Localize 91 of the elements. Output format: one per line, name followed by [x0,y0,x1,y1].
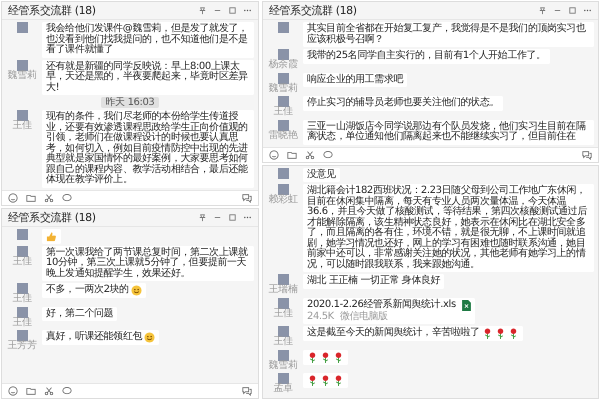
folder-icon[interactable] [26,192,36,202]
avatar-placeholder[interactable] [16,283,28,294]
chat-history-icon[interactable] [242,192,252,202]
scissors-icon[interactable] [44,386,54,396]
smiley-icon [130,285,142,296]
avatar-placeholder[interactable] [16,330,28,341]
file-source: 微信电脑版 [340,312,388,322]
sender-name: 魏雪莉 [268,84,298,94]
avatar-placeholder[interactable] [278,326,288,337]
sender-name: 王芳芳 [8,341,36,352]
rose-icon [307,375,318,386]
avatar-placeholder[interactable] [278,298,288,308]
avatar-placeholder[interactable] [16,110,28,121]
emoji-icon[interactable] [269,150,279,160]
avatar-placeholder[interactable] [16,60,28,70]
message-text: 好，第二个问题 [46,308,114,319]
emoji-icon[interactable] [8,386,18,396]
chat-history-icon[interactable] [582,150,592,160]
sender-name: 王佳 [12,318,32,328]
message-text: 真好，听课还能领红包 [46,332,142,343]
rose-icon [320,375,331,386]
avatar-placeholder[interactable] [278,373,288,384]
sender-name: 赖彩虹 [268,195,298,206]
file-size: 24.5K [307,312,334,322]
pin-icon[interactable] [198,212,207,222]
avatar-placeholder[interactable] [16,22,28,33]
file-name: 2020.1-2.26经管系新闻舆统计.xls [307,300,456,310]
avatar-placeholder[interactable] [278,184,288,195]
avatar-placeholder[interactable] [278,96,288,107]
avatar-placeholder[interactable] [278,49,288,60]
maximize-icon[interactable] [228,212,237,222]
emoji-icon[interactable] [8,192,18,202]
rose-icon [333,352,344,362]
window-title: 经管系交流群 (18) [269,3,358,18]
avatar-placeholder[interactable] [278,274,288,285]
message-text: 我会给他们发课件@魏雪莉，但是发了就发了，也没看到他们找我提问的，也不知道他们是不是看了课件就懂了 [46,24,249,56]
pin-icon[interactable] [538,6,547,15]
sender-name: 雷晓艳 [268,130,298,141]
message-text: 现有的条件，我们尽老师的本份给学生传道授业，还要有效渗透课程思政给学生正向价值观的引领，老师们在做课程设计的时候也要认真思考，如何切入，例如目前疫情防控中出现的先进典型就是家国情怀的最好案例，大家要思考如何跟自己的课程内容、教学活动相结合，最后还能体现在教学评价上。 [46,112,249,186]
sender-name: 孟卓 [273,384,293,394]
avatar-placeholder[interactable] [278,350,288,360]
sender-name: 魏雪莉 [8,70,36,81]
chat-bubble-icon[interactable] [62,386,72,396]
message-text: 没意见 [307,170,336,180]
avatar-placeholder[interactable] [16,228,28,240]
file-card[interactable]: 2020.1-2.26经管系新闻舆统计.xls 24.5K 微信电脑版 [303,298,475,324]
sender-name: 王佳 [12,121,32,132]
message-text: 响应企业的用工需求吧 [307,74,404,85]
sender-name: 杨余霞 [268,60,298,70]
spreadsheet-file-icon [462,300,471,310]
avatar-placeholder[interactable] [278,120,288,130]
rose-icon [333,375,344,386]
window-title: 经管系交流群 (18) [8,3,97,18]
message-text: 我带的25名同学自主实行的，目前有1个人开始工作了。 [307,51,546,62]
chat-history-icon[interactable] [242,386,252,396]
smiley-icon [144,332,156,343]
chat-bubble-icon[interactable] [62,192,72,202]
sender-name: 王瑞楠 [268,285,298,296]
maximize-icon[interactable] [228,6,237,15]
pin-icon[interactable] [198,6,207,15]
avatar-placeholder[interactable] [278,22,288,33]
message-text: 停止实习的辅导员老师也要关注他们的状态。 [307,98,500,108]
thumbs-up-icon [46,230,57,242]
timestamp: 昨天 16:03 [100,97,160,108]
sender-name: 王佳 [273,337,293,348]
message-text: 湖北 王正楠 一切正常 身体良好 [307,276,440,286]
chat-bubble-icon[interactable] [323,150,333,160]
rose-icon [307,352,318,362]
rose-icon [320,352,331,362]
maximize-icon[interactable] [568,6,577,15]
avatar-placeholder[interactable] [16,306,28,318]
folder-icon[interactable] [26,386,36,396]
avatar-placeholder[interactable] [278,168,288,178]
sender-name: 王佳 [12,294,32,304]
message-text: 还有就是新疆的同学反映说：早上8:00上课太早，天还是黑的，半夜要爬起来，毕竟时区差异大! [46,62,249,93]
message-text: 湖北籍会计182西班状况：2.23日随父母到公司工作地广东休闲，目前在休闲集中隔离，每天有专业人员两次量体温，今天体温36.6，并且今天做了核酸测试，等待结果，第四次核酸测试通过后才能解除隔离，该生精神状态良好，她表示在休闲比在湖北安全多了，而且隔离的各有住，环境不错，就是很无聊，不上课时间就追剧，她学习情况也还好，网上的学习有困难也随时联系沟通，她目前家中还可以，非常感谢关注她的状况，其他老师有她学习上的情况，可以随时跟我联系，我来跟她沟通。 [307,186,588,270]
message-text: 三亚一山湖饭店今同学说那边有个队员发烧，他们实习生目前在隔离状态，单位通知他们隔离起来也不能继续实习了，但目前住在 [307,122,586,142]
avatar-placeholder[interactable] [16,246,28,256]
avatar-placeholder[interactable] [278,72,288,84]
scissors-icon[interactable] [44,192,54,202]
folder-icon[interactable] [287,150,297,160]
sender-name: 王佳 [12,256,32,267]
message-text: 这是截至今天的新闻舆统计，辛苦啦啦了 [307,328,480,339]
sender-name: 王佳 [273,107,293,118]
scissors-icon[interactable] [305,150,315,160]
message-text: 第一次课我给了两节课总复时间，第二次上课就10分钟，第三次上课就5分钟了，但要提前一天晚上发通知提醒学生，效果还好。 [46,248,249,279]
window-title: 经管系交流群 (18) [8,210,97,224]
sender-name: 王佳 [273,308,293,319]
message-text: 不多，一两次2块的 [46,285,129,296]
sender-name: 魏雪莉 [268,360,298,371]
message-text: 其实目前全省都在开始复工复产，我觉得是不是我们的顶岗实习也应该积极号召啊？ [307,24,587,45]
